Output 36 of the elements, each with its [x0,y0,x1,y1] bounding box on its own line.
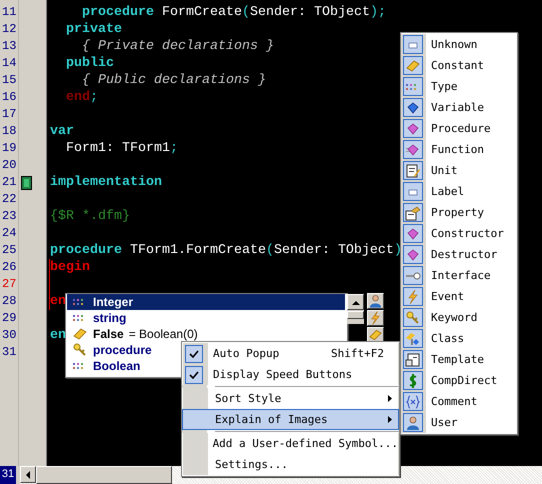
code-line: var [50,123,74,140]
line-number: 22 [1,191,16,208]
line-number: 18 [1,123,16,140]
code-line: implementation [50,174,162,191]
code-line: procedure TForm1.FormCreate(Sender: TObject) [50,242,402,259]
line-number: 27 [1,276,16,293]
line-number: 31 [1,344,16,361]
code-line: en [50,293,66,310]
code-line: {$R *.dfm} [50,208,130,225]
code-line: public [64,55,114,72]
line-number: 13 [1,38,16,55]
code-line: en [50,327,66,344]
code-line: { Public declarations } [80,72,266,89]
line-number: 15 [1,72,16,89]
code-line: end; [64,89,98,106]
line-indicator: 31 [0,466,16,484]
code-line: { Private declarations } [80,38,274,55]
line-number: 30 [1,327,16,344]
code-line: private [64,21,122,38]
line-number: 17 [1,106,16,123]
line-number: 23 [1,208,16,225]
line-number: 29 [1,310,16,327]
code-line: procedure FormCreate(Sender: TObject); [80,4,386,21]
code-line: Form1: TForm1; [64,140,178,157]
line-number: 25 [1,242,16,259]
line-number: 16 [1,89,16,106]
line-number: 26 [1,259,16,276]
line-number: 24 [1,225,16,242]
line-number: 12 [1,21,16,38]
code-line: begin [50,259,90,276]
line-number: 19 [1,140,16,157]
line-number: 11 [1,4,16,21]
line-number: 21 [1,174,16,191]
line-number: 28 [1,293,16,310]
line-number: 20 [1,157,16,174]
line-number: 14 [1,55,16,72]
